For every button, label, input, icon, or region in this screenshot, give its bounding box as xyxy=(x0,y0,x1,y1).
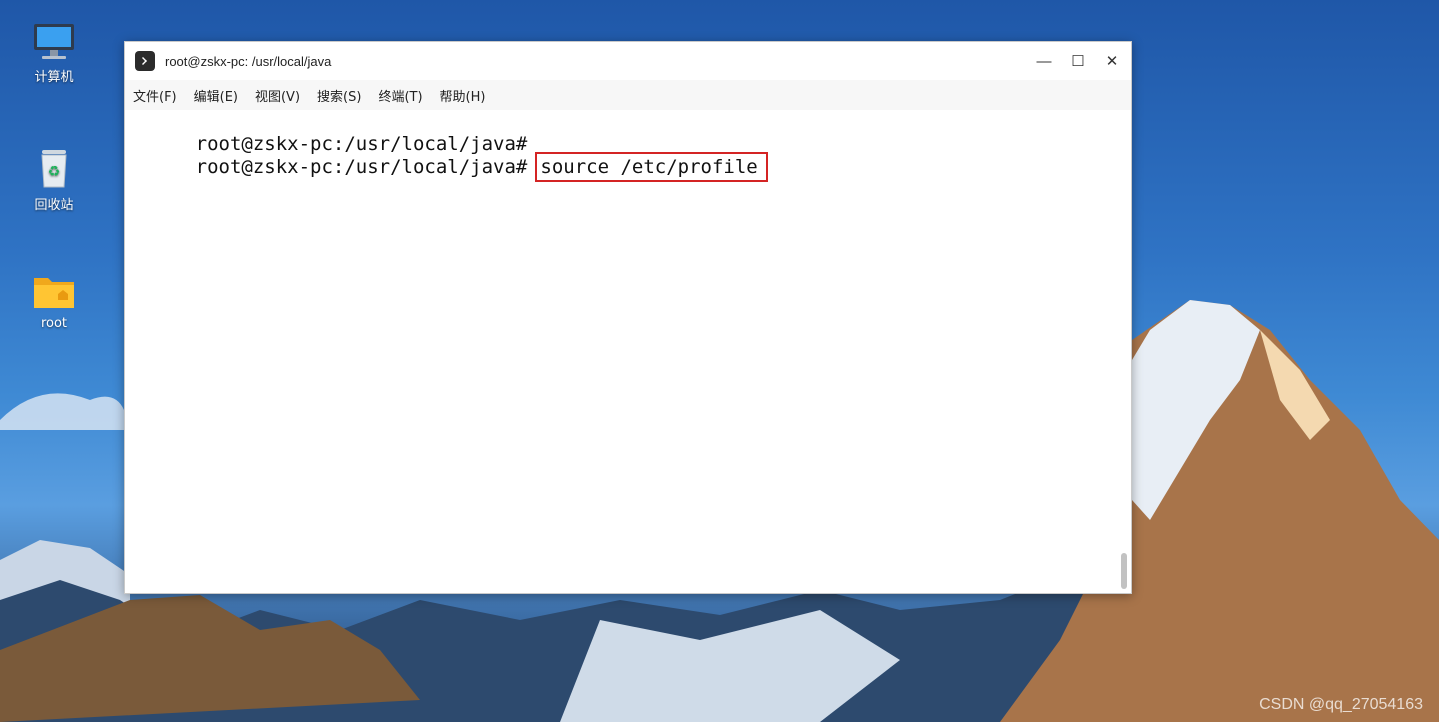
maximize-button[interactable]: ☐ xyxy=(1061,42,1095,80)
shell-prompt: root@zskx-pc:/usr/local/java# xyxy=(195,156,528,178)
folder-icon xyxy=(34,278,74,308)
shell-prompt: root@zskx-pc:/usr/local/java# xyxy=(195,133,528,155)
menu-terminal[interactable]: 终端(T) xyxy=(378,86,422,105)
desktop-icon-label: 计算机 xyxy=(34,70,74,85)
menu-edit[interactable]: 编辑(E) xyxy=(194,86,238,105)
window-titlebar[interactable]: root@zskx-pc: /usr/local/java — ☐ ✕ xyxy=(125,42,1131,80)
vertical-scrollbar[interactable] xyxy=(1121,553,1127,589)
trash-icon: ♻ xyxy=(41,150,67,188)
desktop-icon-label: 回收站 xyxy=(34,198,74,213)
computer-icon xyxy=(34,24,74,59)
terminal-line: root@zskx-pc:/usr/local/java# xyxy=(127,110,1131,155)
highlighted-command: source /etc/profile xyxy=(535,152,768,182)
terminal-app-icon xyxy=(135,51,155,71)
menu-view[interactable]: 视图(V) xyxy=(255,86,300,105)
desktop-icon-computer[interactable]: 计算机 xyxy=(14,22,94,85)
watermark: CSDN @qq_27054163 xyxy=(1259,696,1423,713)
desktop-icon-trash[interactable]: ♻ 回收站 xyxy=(14,146,94,213)
window-title: root@zskx-pc: /usr/local/java xyxy=(165,53,332,69)
close-button[interactable]: ✕ xyxy=(1095,42,1129,80)
menu-search[interactable]: 搜索(S) xyxy=(317,86,361,105)
svg-text:♻: ♻ xyxy=(48,164,61,180)
menu-bar: 文件(F) 编辑(E) 视图(V) 搜索(S) 终端(T) 帮助(H) xyxy=(125,80,1131,110)
minimize-button[interactable]: — xyxy=(1027,42,1061,80)
desktop-icon-label: root xyxy=(40,316,68,331)
desktop-icon-root-folder[interactable]: root xyxy=(14,272,94,331)
terminal-window[interactable]: root@zskx-pc: /usr/local/java — ☐ ✕ 文件(F… xyxy=(124,41,1132,594)
menu-file[interactable]: 文件(F) xyxy=(133,86,177,105)
terminal-output[interactable]: root@zskx-pc:/usr/local/java# root@zskx-… xyxy=(125,110,1131,593)
menu-help[interactable]: 帮助(H) xyxy=(440,86,486,105)
